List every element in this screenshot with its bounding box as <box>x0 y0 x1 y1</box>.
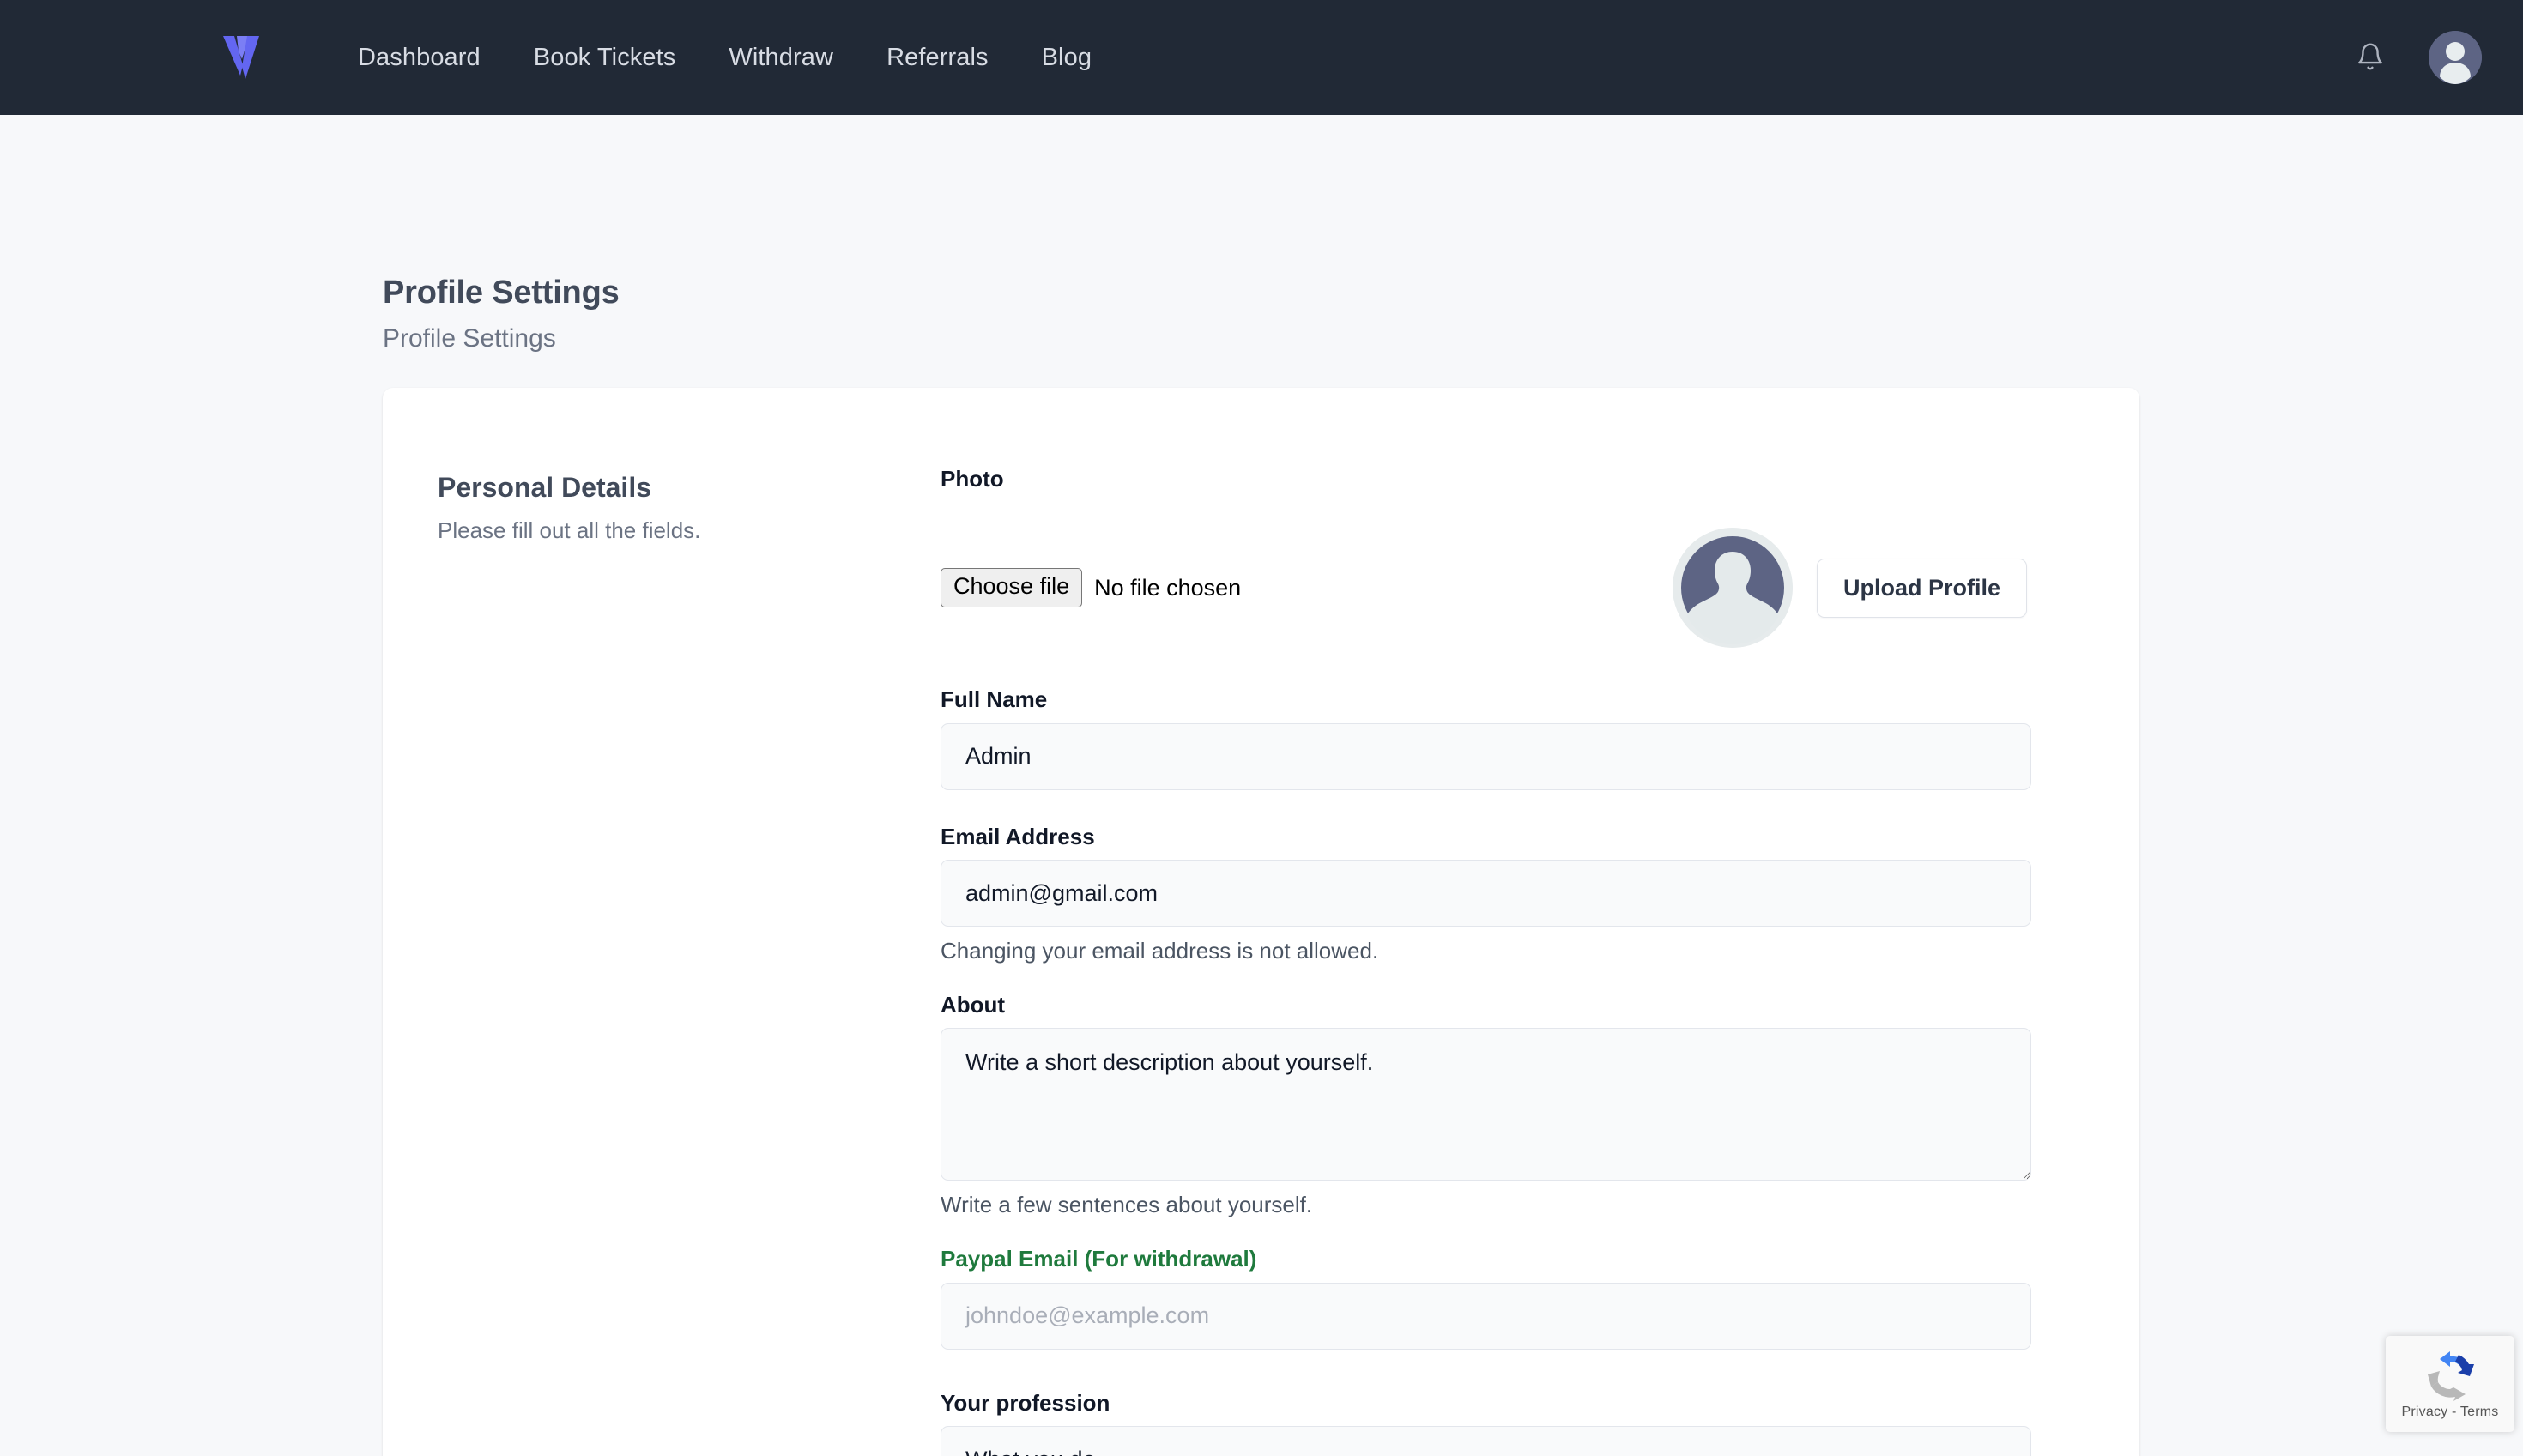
navbar-right-actions <box>2346 31 2482 84</box>
about-textarea[interactable] <box>941 1028 2031 1181</box>
user-avatar-icon <box>1672 528 1793 649</box>
nav-item-book-tickets[interactable]: Book Tickets <box>507 32 703 84</box>
user-avatar-icon <box>2429 31 2482 84</box>
file-input[interactable]: Choose file No file chosen <box>941 568 1241 607</box>
vlogo-icon <box>221 33 261 82</box>
page-container: Profile Settings Profile Settings Person… <box>0 115 2523 1456</box>
profession-label: Your profession <box>941 1389 1110 1416</box>
personal-details-column: Personal Details Please fill out all the… <box>383 451 941 1456</box>
nav-links: Dashboard Book Tickets Withdraw Referral… <box>331 32 1118 84</box>
page-header: Profile Settings Profile Settings <box>0 115 2523 354</box>
profession-field: Your profession <box>941 1389 2031 1456</box>
section-title-personal-details: Personal Details <box>438 471 651 503</box>
file-name-text: No file chosen <box>1094 574 1242 601</box>
nav-item-blog[interactable]: Blog <box>1015 32 1118 84</box>
email-label: Email Address <box>941 823 1095 849</box>
profession-input[interactable] <box>941 1426 2031 1456</box>
section-description: Please fill out all the fields. <box>438 517 701 543</box>
profile-photo-preview <box>1672 528 1793 649</box>
photo-row: Choose file No file chosen Upload Profil… <box>941 528 2027 649</box>
nav-item-withdraw[interactable]: Withdraw <box>702 32 860 84</box>
breadcrumb: Profile Settings <box>383 323 556 353</box>
recaptcha-logo-icon <box>2423 1348 2478 1403</box>
about-label: About <box>941 991 1006 1018</box>
avatar[interactable] <box>2429 31 2482 84</box>
nav-item-referrals[interactable]: Referrals <box>860 32 1015 84</box>
recaptcha-privacy-terms[interactable]: Privacy - Terms <box>2402 1405 2499 1420</box>
email-helper-text: Changing your email address is not allow… <box>941 938 1379 964</box>
email-field: Email Address Changing your email addres… <box>941 823 2031 966</box>
paypal-email-field: Paypal Email (For withdrawal) <box>941 1245 2031 1350</box>
nav-link-withdraw[interactable]: Withdraw <box>702 32 860 84</box>
brand-logo-link[interactable] <box>221 33 261 82</box>
photo-field: Photo Choose file No file chosen Upload … <box>941 465 2027 649</box>
top-navbar: Dashboard Book Tickets Withdraw Referral… <box>0 0 2523 115</box>
profile-form: Photo Choose file No file chosen Upload … <box>941 451 2082 1456</box>
upload-profile-button[interactable]: Upload Profile <box>1816 558 2027 618</box>
bell-icon <box>2356 41 2385 75</box>
email-input[interactable] <box>941 860 2031 927</box>
notifications-button[interactable] <box>2346 33 2394 82</box>
full-name-label: Full Name <box>941 686 1048 713</box>
nav-link-referrals[interactable]: Referrals <box>860 32 1015 84</box>
page-title: Profile Settings <box>383 275 620 311</box>
photo-label: Photo <box>941 465 1004 492</box>
nav-link-blog[interactable]: Blog <box>1015 32 1118 84</box>
nav-item-dashboard[interactable]: Dashboard <box>331 32 507 84</box>
full-name-input[interactable] <box>941 722 2031 790</box>
paypal-email-input[interactable] <box>941 1282 2031 1350</box>
nav-link-dashboard[interactable]: Dashboard <box>331 32 507 84</box>
paypal-email-label: Paypal Email (For withdrawal) <box>941 1246 1257 1272</box>
recaptcha-badge[interactable]: Privacy - Terms <box>2386 1336 2514 1432</box>
profile-settings-card: Personal Details Please fill out all the… <box>383 387 2139 1456</box>
about-helper-text: Write a few sentences about yourself. <box>941 1192 1313 1218</box>
about-field: About Write a few sentences about yourse… <box>941 991 2031 1220</box>
choose-file-button[interactable]: Choose file <box>941 568 1083 607</box>
full-name-field: Full Name <box>941 686 2031 790</box>
nav-link-book-tickets[interactable]: Book Tickets <box>507 32 703 84</box>
